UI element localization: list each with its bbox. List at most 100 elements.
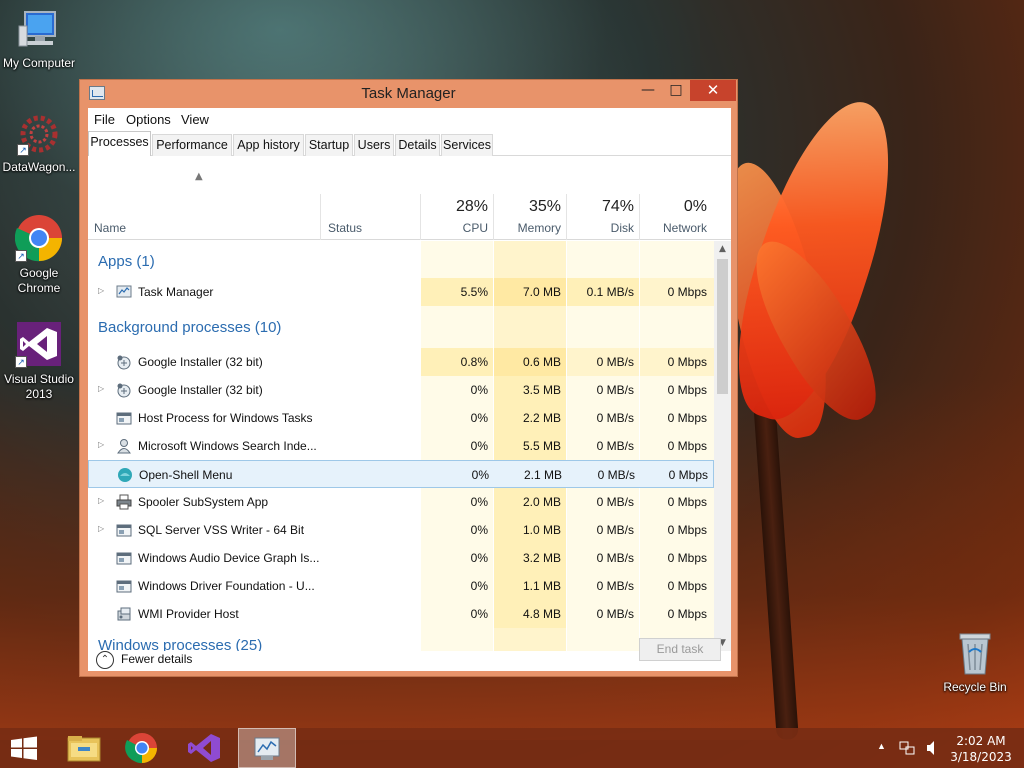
process-network: 0 Mbps <box>667 551 707 565</box>
process-memory: 3.2 MB <box>522 551 561 565</box>
process-network: 0 Mbps <box>667 523 707 537</box>
desktop-icon-label: DataWagon... <box>2 160 76 174</box>
tab-performance[interactable]: Performance <box>152 134 232 156</box>
window-app-icon <box>116 580 132 593</box>
close-button[interactable]: ✕ <box>690 80 736 101</box>
process-row[interactable]: Windows Driver Foundation - U... 0% 1.1 MB… <box>88 572 714 600</box>
process-name: Microsoft Windows Search Inde... <box>138 439 317 453</box>
my-computer-icon <box>17 8 61 52</box>
process-row[interactable]: Google Installer (32 bit) 0.8% 0.6 MB 0 MB/… <box>88 348 714 376</box>
process-network: 0 Mbps <box>667 383 707 397</box>
process-memory: 1.1 MB <box>522 579 561 593</box>
disk-percent[interactable]: 74% <box>570 198 634 216</box>
taskbar-visual-studio[interactable] <box>176 728 232 768</box>
show-hidden-icons-button[interactable]: ▲ <box>872 728 892 768</box>
column-cpu[interactable]: CPU <box>424 221 488 235</box>
taskbar-clock[interactable]: 2:02 AM 3/18/2023 <box>946 733 1016 765</box>
column-memory[interactable]: Memory <box>497 221 561 235</box>
tab-details[interactable]: Details <box>395 134 440 156</box>
scrollbar-thumb[interactable] <box>717 259 728 394</box>
process-network: 0 Mbps <box>667 607 707 621</box>
process-row[interactable]: ▷ Spooler SubSystem App 0% 2.0 MB 0 MB/s 0 Mb… <box>88 488 714 516</box>
google-installer-icon <box>117 383 131 398</box>
scroll-up-arrow-icon[interactable]: ▲ <box>714 241 731 257</box>
desktop-icon-label: Visual Studio 2013 <box>4 372 74 401</box>
desktop-icon-label: My Computer <box>2 56 76 70</box>
end-task-button[interactable]: End task <box>639 638 721 661</box>
network-icon <box>899 741 915 755</box>
desktop-icon-recycle-bin[interactable]: Recycle Bin <box>936 630 1014 695</box>
process-disk: 0 MB/s <box>596 383 634 397</box>
tab-strip: Processes Performance App history Startu… <box>88 130 731 157</box>
process-memory: 1.0 MB <box>522 523 561 537</box>
expand-icon[interactable]: ▷ <box>98 496 104 505</box>
expand-icon[interactable]: ▷ <box>98 286 104 295</box>
tab-processes[interactable]: Processes <box>88 131 151 157</box>
process-cpu: 0% <box>470 383 488 397</box>
process-memory: 7.0 MB <box>522 285 561 299</box>
process-row[interactable]: ▷ SQL Server VSS Writer - 64 Bit 0% 1.0 MB 0… <box>88 516 714 544</box>
process-disk: 0 MB/s <box>596 523 634 537</box>
memory-percent[interactable]: 35% <box>497 198 561 216</box>
taskbar-chrome[interactable] <box>114 728 170 768</box>
taskbar-task-manager[interactable] <box>238 728 296 768</box>
chevron-up-icon: ▲ <box>877 741 886 751</box>
process-cpu: 0% <box>470 579 488 593</box>
process-network: 0 Mbps <box>667 579 707 593</box>
title-bar[interactable]: Task Manager — □ ✕ <box>80 80 737 107</box>
column-name[interactable]: Name <box>94 221 126 235</box>
volume-tray-icon[interactable] <box>922 728 940 768</box>
desktop-icon-google-chrome[interactable]: ↗ Google Chrome <box>0 214 78 296</box>
tab-users[interactable]: Users <box>354 134 394 156</box>
task-manager-window: Task Manager — □ ✕ File Options View Pro… <box>79 79 738 677</box>
tab-services[interactable]: Services <box>441 134 493 156</box>
desktop-icon-datawagon[interactable]: ↗ DataWagon... <box>0 112 78 175</box>
network-tray-icon[interactable] <box>896 728 918 768</box>
process-cpu: 0% <box>470 607 488 621</box>
process-memory: 3.5 MB <box>522 383 561 397</box>
tab-app-history[interactable]: App history <box>233 134 304 156</box>
wmi-icon <box>117 607 131 621</box>
start-button[interactable] <box>0 728 48 768</box>
sort-ascending-icon: ▲ <box>195 171 203 182</box>
menu-view[interactable]: View <box>181 112 209 127</box>
shortcut-arrow-icon: ↗ <box>15 356 27 368</box>
maximize-button[interactable]: □ <box>662 80 690 101</box>
tab-startup[interactable]: Startup <box>305 134 353 156</box>
expand-icon[interactable]: ▷ <box>98 524 104 533</box>
process-disk: 0 MB/s <box>596 495 634 509</box>
process-row[interactable]: WMI Provider Host 0% 4.8 MB 0 MB/s 0 Mbps <box>88 600 714 628</box>
process-disk: 0 MB/s <box>597 468 635 482</box>
column-status[interactable]: Status <box>328 221 362 235</box>
desktop-icon-my-computer[interactable]: My Computer <box>0 8 78 71</box>
google-installer-icon <box>117 355 131 370</box>
desktop-icon-label: Google Chrome <box>17 266 61 295</box>
process-row[interactable]: Host Process for Windows Tasks 0% 2.2 MB 0 … <box>88 404 714 432</box>
expand-icon[interactable]: ▷ <box>98 384 104 393</box>
process-row-task-manager[interactable]: ▷ Task Manager 5.5% 7.0 MB 0.1 MB/s 0 Mb… <box>88 278 714 306</box>
cpu-percent[interactable]: 28% <box>424 198 488 216</box>
desktop-icon-visual-studio-2013[interactable]: ↗ Visual Studio 2013 <box>0 320 78 402</box>
printer-icon <box>116 494 132 510</box>
process-name: WMI Provider Host <box>138 607 239 621</box>
menu-file[interactable]: File <box>94 112 115 127</box>
process-name: SQL Server VSS Writer - 64 Bit <box>138 523 305 537</box>
fewer-details-label: Fewer details <box>121 652 193 666</box>
taskbar-file-explorer[interactable] <box>56 728 112 768</box>
process-row[interactable]: Open-Shell Menu 0% 2.1 MB 0 MB/s 0 Mbps <box>88 460 714 488</box>
minimize-button[interactable]: — <box>634 80 662 101</box>
expand-icon[interactable]: ▷ <box>98 440 104 449</box>
vertical-scrollbar[interactable]: ▲ ▼ <box>714 241 731 651</box>
process-row[interactable]: ▷ Google Installer (32 bit) 0% 3.5 MB 0 MB/s… <box>88 376 714 404</box>
menu-options[interactable]: Options <box>126 112 171 127</box>
network-percent[interactable]: 0% <box>643 198 707 216</box>
process-row[interactable]: Windows Audio Device Graph Is... 0% 3.2 MB… <box>88 544 714 572</box>
column-disk[interactable]: Disk <box>570 221 634 235</box>
column-network[interactable]: Network <box>643 221 707 235</box>
process-row[interactable]: ▷ Microsoft Windows Search Inde... 0% 5.5 M… <box>88 432 714 460</box>
task-manager-icon <box>116 285 132 298</box>
process-cpu: 0% <box>470 411 488 425</box>
column-header: ▲ Name Status 28% CPU 35% Memory 74% Dis… <box>88 156 731 240</box>
taskbar: ▲ 2:02 AM 3/18/2023 <box>0 728 1024 768</box>
column-divider <box>566 194 567 240</box>
